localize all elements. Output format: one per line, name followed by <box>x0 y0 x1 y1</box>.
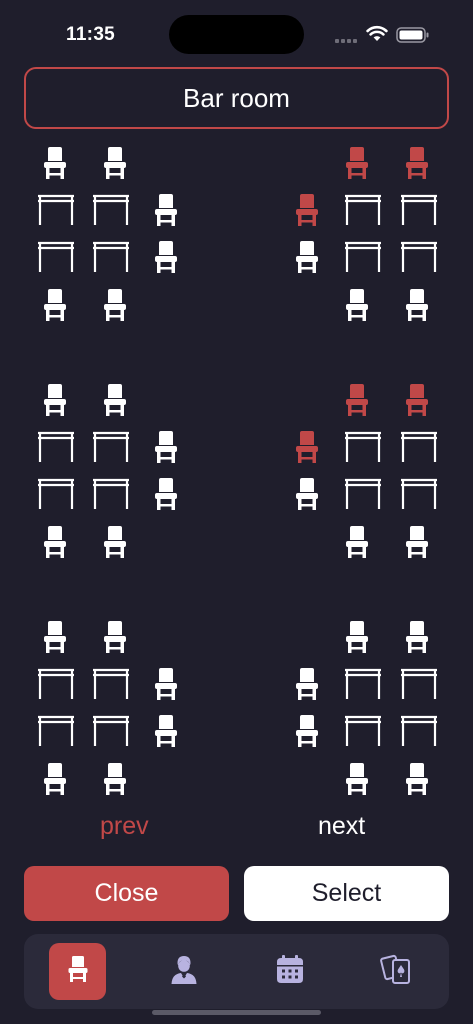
wifi-icon <box>366 25 388 47</box>
cellular-signal-icon <box>335 31 359 49</box>
tab-staff[interactable] <box>155 943 212 1000</box>
status-bar: 11:35 <box>0 0 473 60</box>
chair-icon <box>67 956 89 987</box>
next-button[interactable]: next <box>318 812 365 841</box>
chair-icon[interactable] <box>42 621 68 653</box>
playing-cards-icon <box>379 952 413 991</box>
chair-icon[interactable] <box>294 241 320 273</box>
calendar-icon <box>275 954 305 989</box>
chair-icon[interactable] <box>404 763 430 795</box>
table-icon[interactable] <box>37 668 75 700</box>
chair-icon[interactable] <box>42 384 68 416</box>
chair-icon[interactable] <box>404 289 430 321</box>
chair-icon[interactable] <box>42 763 68 795</box>
chair-icon[interactable] <box>102 289 128 321</box>
chair-icon[interactable] <box>153 431 179 463</box>
battery-icon <box>396 27 430 48</box>
table-icon[interactable] <box>400 241 438 273</box>
chair-icon[interactable] <box>102 763 128 795</box>
tab-calendar[interactable] <box>261 943 318 1000</box>
chair-icon[interactable] <box>153 478 179 510</box>
prev-button[interactable]: prev <box>100 812 149 841</box>
chair-icon[interactable] <box>153 668 179 700</box>
chair-icon[interactable] <box>294 478 320 510</box>
chair-icon[interactable] <box>153 715 179 747</box>
table-icon[interactable] <box>344 715 382 747</box>
chair-icon[interactable] <box>42 526 68 558</box>
table-icon[interactable] <box>37 431 75 463</box>
table-icon[interactable] <box>344 194 382 226</box>
reserved-chair-icon[interactable] <box>294 431 320 463</box>
table-icon[interactable] <box>92 715 130 747</box>
table-icon[interactable] <box>400 478 438 510</box>
reserved-chair-icon[interactable] <box>344 147 370 179</box>
table-icon[interactable] <box>400 715 438 747</box>
chair-icon[interactable] <box>102 147 128 179</box>
table-icon[interactable] <box>400 194 438 226</box>
table-icon[interactable] <box>92 194 130 226</box>
chair-icon[interactable] <box>294 668 320 700</box>
table-icon[interactable] <box>344 241 382 273</box>
close-button[interactable]: Close <box>24 866 229 921</box>
tab-bar <box>24 934 449 1009</box>
table-icon[interactable] <box>37 241 75 273</box>
room-title[interactable]: Bar room <box>24 67 449 129</box>
chair-icon[interactable] <box>102 621 128 653</box>
status-time: 11:35 <box>66 24 116 45</box>
home-indicator <box>152 1010 321 1015</box>
table-icon[interactable] <box>344 431 382 463</box>
reserved-chair-icon[interactable] <box>404 384 430 416</box>
chair-icon[interactable] <box>344 763 370 795</box>
dynamic-island <box>169 15 304 54</box>
table-icon[interactable] <box>400 668 438 700</box>
reserved-chair-icon[interactable] <box>404 147 430 179</box>
table-icon[interactable] <box>92 241 130 273</box>
table-icon[interactable] <box>344 478 382 510</box>
chair-icon[interactable] <box>344 289 370 321</box>
chair-icon[interactable] <box>344 621 370 653</box>
reserved-chair-icon[interactable] <box>344 384 370 416</box>
chair-icon[interactable] <box>344 526 370 558</box>
chair-icon[interactable] <box>102 526 128 558</box>
tab-games[interactable] <box>367 943 424 1000</box>
chair-icon[interactable] <box>294 715 320 747</box>
chair-icon[interactable] <box>404 621 430 653</box>
table-icon[interactable] <box>92 668 130 700</box>
waiter-icon <box>168 953 200 990</box>
select-button[interactable]: Select <box>244 866 449 921</box>
table-icon[interactable] <box>37 194 75 226</box>
seating-plan <box>0 140 473 800</box>
chair-icon[interactable] <box>42 289 68 321</box>
chair-icon[interactable] <box>102 384 128 416</box>
reserved-chair-icon[interactable] <box>294 194 320 226</box>
chair-icon[interactable] <box>404 526 430 558</box>
table-icon[interactable] <box>92 478 130 510</box>
table-icon[interactable] <box>37 478 75 510</box>
table-icon[interactable] <box>92 431 130 463</box>
chair-icon[interactable] <box>153 241 179 273</box>
chair-icon[interactable] <box>42 147 68 179</box>
table-icon[interactable] <box>37 715 75 747</box>
tab-seating[interactable] <box>49 943 106 1000</box>
table-icon[interactable] <box>400 431 438 463</box>
table-icon[interactable] <box>344 668 382 700</box>
chair-icon[interactable] <box>153 194 179 226</box>
